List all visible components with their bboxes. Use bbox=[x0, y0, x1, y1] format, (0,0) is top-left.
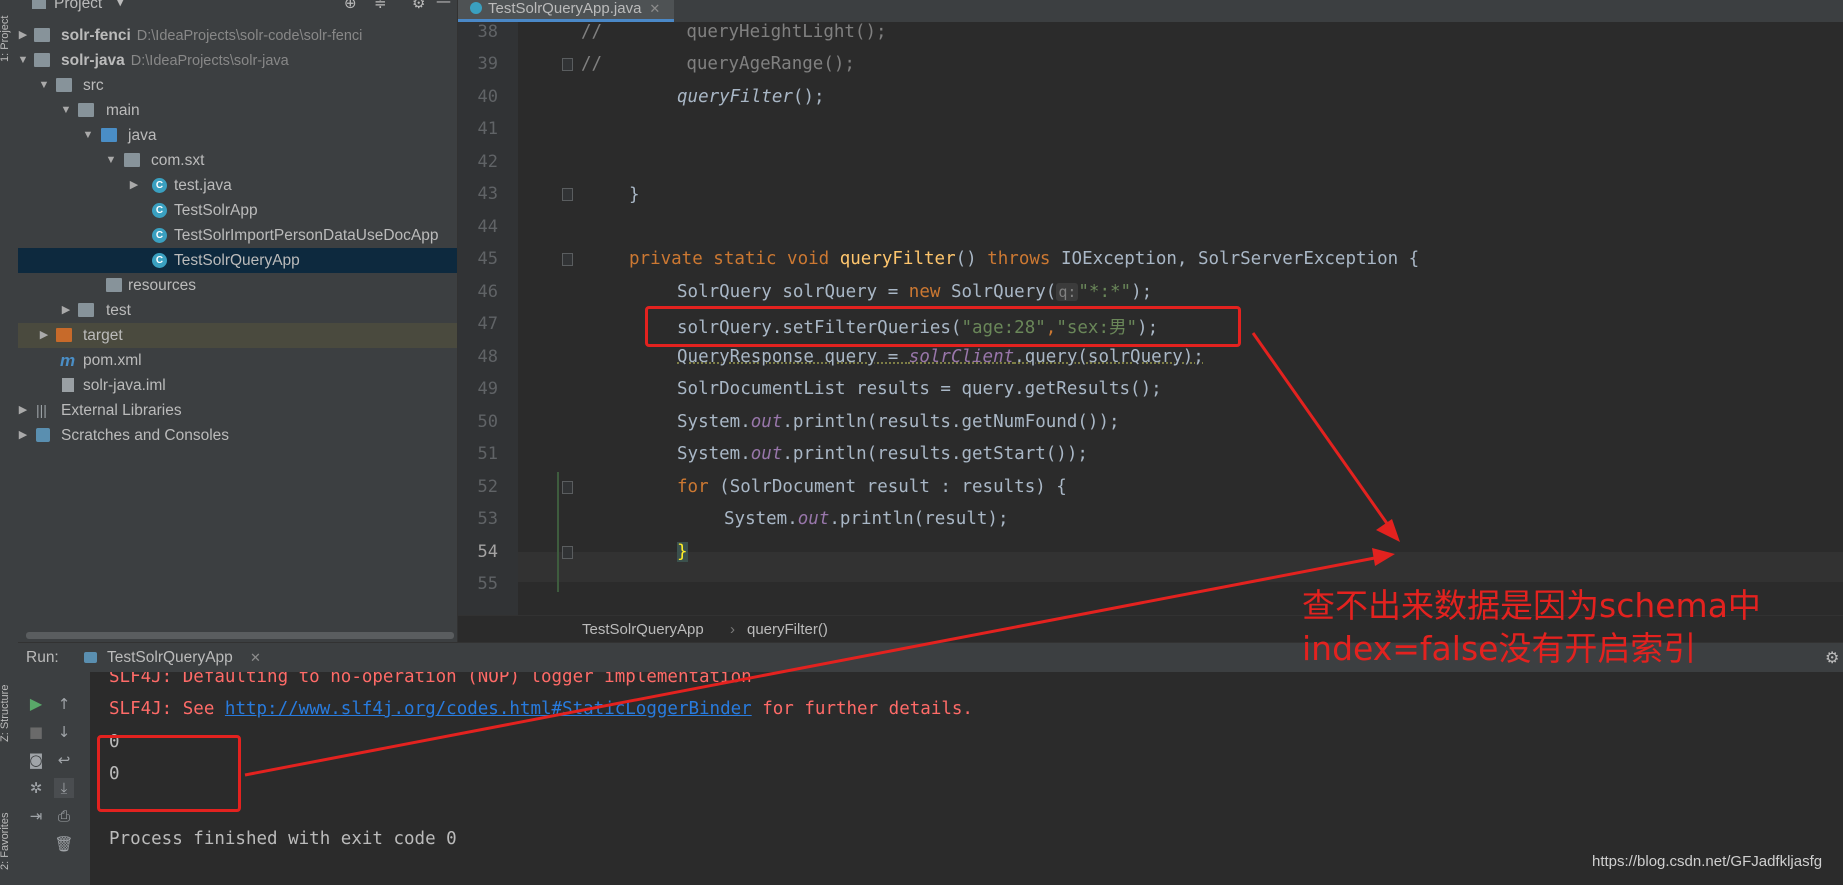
arrow-head bbox=[1376, 519, 1400, 542]
arrow-line bbox=[1251, 332, 1395, 533]
annotation-line: 查不出来数据是因为schema中 bbox=[1302, 586, 1761, 625]
annotation-line: index=false没有开启索引 bbox=[1302, 629, 1697, 668]
annotation-arrows bbox=[244, 332, 1400, 777]
annotation-text: 查不出来数据是因为schema中 index=false没有开启索引 bbox=[1302, 584, 1761, 670]
arrow-head bbox=[1372, 548, 1395, 566]
watermark: https://blog.csdn.net/GFJadfkljasfg bbox=[1592, 853, 1823, 870]
arrow-line bbox=[244, 555, 1381, 777]
